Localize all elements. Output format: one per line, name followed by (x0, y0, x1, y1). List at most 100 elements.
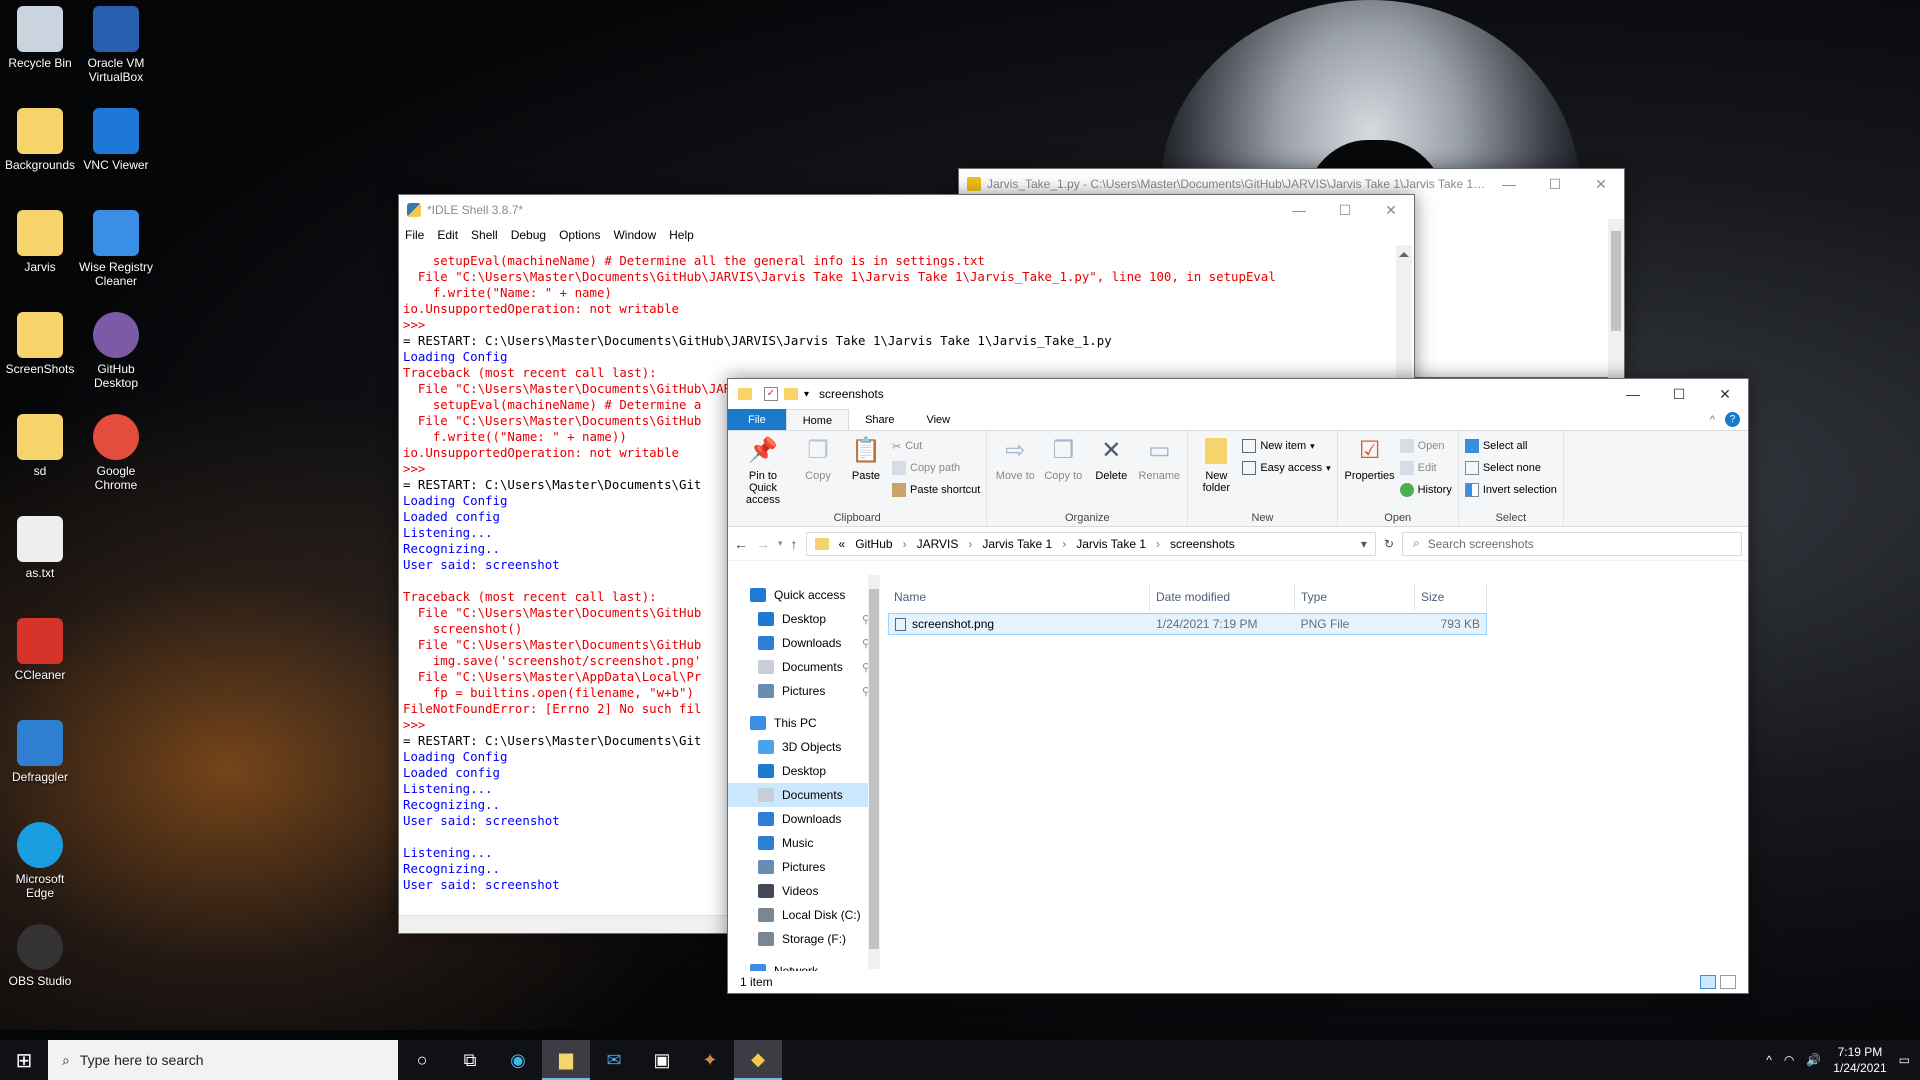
desktop-icon[interactable]: Jarvis (0, 210, 80, 274)
desktop-icon[interactable]: as.txt (0, 516, 80, 580)
search-input[interactable]: ⌕ Search screenshots (1402, 531, 1742, 556)
tab-home[interactable]: Home (785, 409, 850, 430)
editor-scrollbar[interactable] (1608, 219, 1624, 379)
store-icon[interactable]: ▣ (638, 1040, 686, 1080)
column-header-name[interactable]: Name (888, 583, 1150, 611)
breadcrumb-item[interactable]: Jarvis Take 1 (982, 537, 1052, 551)
mail-icon[interactable]: ✉ (590, 1040, 638, 1080)
desktop-icon[interactable]: ScreenShots (0, 312, 80, 376)
desktop-icon[interactable]: VNC Viewer (76, 108, 156, 172)
column-header-date-modified[interactable]: Date modified (1150, 583, 1295, 611)
rename-button[interactable]: ▭ Rename (1137, 435, 1181, 508)
task-view-icon[interactable]: ⧉ (446, 1040, 494, 1080)
nav-item[interactable]: Music (728, 831, 878, 855)
nav-item[interactable]: Quick access (728, 583, 878, 607)
chevron-up-icon[interactable]: ^ (1710, 409, 1715, 431)
open-button[interactable]: Open (1399, 435, 1452, 457)
close-icon[interactable]: ✕ (1578, 169, 1624, 199)
customize-toolbar-icon[interactable]: ▾ (804, 389, 809, 400)
chevron-right-icon[interactable]: › (1156, 537, 1160, 551)
copy-path-button[interactable]: Copy path (892, 457, 980, 479)
back-icon[interactable]: ← (734, 536, 748, 552)
menu-options[interactable]: Options (559, 225, 600, 245)
file-explorer-icon[interactable]: ▆ (542, 1040, 590, 1080)
desktop-icon[interactable]: Oracle VM VirtualBox (76, 6, 156, 84)
chevron-right-icon[interactable]: › (903, 537, 907, 551)
nav-item[interactable]: Pictures (728, 855, 878, 879)
edge-icon[interactable]: ◉ (494, 1040, 542, 1080)
recent-locations-icon[interactable]: ▾ (778, 538, 783, 549)
properties-button[interactable]: ☑ Properties (1344, 435, 1396, 508)
breadcrumb-item[interactable]: Jarvis Take 1 (1076, 537, 1146, 551)
column-header-type[interactable]: Type (1295, 583, 1415, 611)
menu-debug[interactable]: Debug (511, 225, 546, 245)
edit-button[interactable]: Edit (1399, 457, 1452, 479)
nav-item[interactable]: Documents (728, 783, 878, 807)
file-row[interactable]: screenshot.png 1/24/2021 7:19 PM PNG File 7… (888, 613, 1487, 635)
desktop-icon[interactable]: OBS Studio (0, 924, 80, 988)
tab-file[interactable]: File (728, 409, 786, 430)
nav-item[interactable]: Documents ⚲ (728, 655, 878, 679)
move-to-button[interactable]: ⇨ Move to (993, 435, 1037, 508)
nav-item[interactable]: Desktop ⚲ (728, 607, 878, 631)
windows-start-icon[interactable]: ⊞ (0, 1040, 48, 1080)
breadcrumb-item[interactable]: JARVIS (917, 537, 959, 551)
breadcrumb[interactable]: « GitHub › JARVIS › Jarvis Take 1 › Jarvis Take… (805, 531, 1376, 556)
large-icons-view-icon[interactable] (1720, 975, 1736, 989)
maximize-icon[interactable]: ☐ (1656, 379, 1702, 409)
volume-icon[interactable]: 🔊 (1806, 1053, 1821, 1067)
desktop-icon[interactable]: Backgrounds (0, 108, 80, 172)
menu-window[interactable]: Window (613, 225, 656, 245)
nav-item[interactable]: Local Disk (C:) (728, 903, 878, 927)
up-icon[interactable]: ↑ (791, 536, 798, 552)
desktop-icon[interactable]: GitHub Desktop (76, 312, 156, 390)
clock[interactable]: 7:19 PM 1/24/2021 (1833, 1044, 1886, 1076)
maximize-icon[interactable]: ☐ (1532, 169, 1578, 199)
close-icon[interactable]: ✕ (1702, 379, 1748, 409)
desktop-icon[interactable]: sd (0, 414, 80, 478)
desktop-icon[interactable]: CCleaner (0, 618, 80, 682)
nav-item[interactable]: Storage (F:) (728, 927, 878, 951)
notification-icon[interactable]: ▭ (1899, 1053, 1910, 1067)
new-folder-button[interactable]: New folder (1194, 435, 1238, 508)
pin-quick-access-button[interactable]: 📌 Pin to Quick access (734, 435, 792, 508)
cortana-icon[interactable]: ○ (398, 1040, 446, 1080)
column-header-size[interactable]: Size (1415, 583, 1487, 611)
desktop-icon[interactable]: Wise Registry Cleaner (76, 210, 156, 288)
copy-to-button[interactable]: ❐ Copy to (1041, 435, 1085, 508)
nav-scrollbar[interactable] (868, 575, 880, 969)
minimize-icon[interactable]: — (1486, 169, 1532, 199)
select-none-button[interactable]: Select none (1464, 457, 1557, 479)
delete-button[interactable]: ✕ Delete (1089, 435, 1133, 508)
breadcrumb-item[interactable]: GitHub (855, 537, 892, 551)
menu-file[interactable]: File (405, 225, 424, 245)
details-view-icon[interactable] (1700, 975, 1716, 989)
idle-titlebar[interactable]: *IDLE Shell 3.8.7* — ☐ ✕ (399, 195, 1414, 225)
paste-shortcut-button[interactable]: Paste shortcut (892, 479, 980, 501)
nav-item[interactable]: Downloads (728, 807, 878, 831)
close-icon[interactable]: ✕ (1368, 195, 1414, 225)
minimize-icon[interactable]: — (1276, 195, 1322, 225)
overflow-icon[interactable]: « (839, 537, 846, 551)
chevron-up-icon[interactable]: ^ (1766, 1053, 1772, 1067)
nav-item[interactable]: Downloads ⚲ (728, 631, 878, 655)
nav-item[interactable]: Network (728, 959, 878, 971)
invert-selection-button[interactable]: Invert selection (1464, 479, 1557, 501)
nav-item[interactable]: 3D Objects (728, 735, 878, 759)
new-folder-icon[interactable] (784, 388, 798, 400)
nav-item[interactable]: Desktop (728, 759, 878, 783)
python-icon[interactable]: ◆ (734, 1040, 782, 1080)
explorer-titlebar[interactable]: ✓ ▾ screenshots — ☐ ✕ (728, 379, 1748, 409)
taskbar-search[interactable]: ⌕ Type here to search (48, 1040, 398, 1080)
help-icon[interactable]: ? (1725, 412, 1740, 427)
desktop-icon[interactable]: Recycle Bin (0, 6, 80, 70)
desktop-icon[interactable]: Defraggler (0, 720, 80, 784)
tab-share[interactable]: Share (849, 409, 910, 430)
new-item-button[interactable]: New item ▾ (1242, 435, 1330, 457)
copy-button[interactable]: ❐ Copy (796, 435, 840, 508)
breadcrumb-item[interactable]: screenshots (1170, 537, 1235, 551)
paste-button[interactable]: 📋 Paste (844, 435, 888, 508)
nav-item[interactable]: Pictures ⚲ (728, 679, 878, 703)
refresh-icon[interactable]: ↻ (1384, 537, 1394, 551)
properties-icon[interactable]: ✓ (764, 387, 778, 401)
